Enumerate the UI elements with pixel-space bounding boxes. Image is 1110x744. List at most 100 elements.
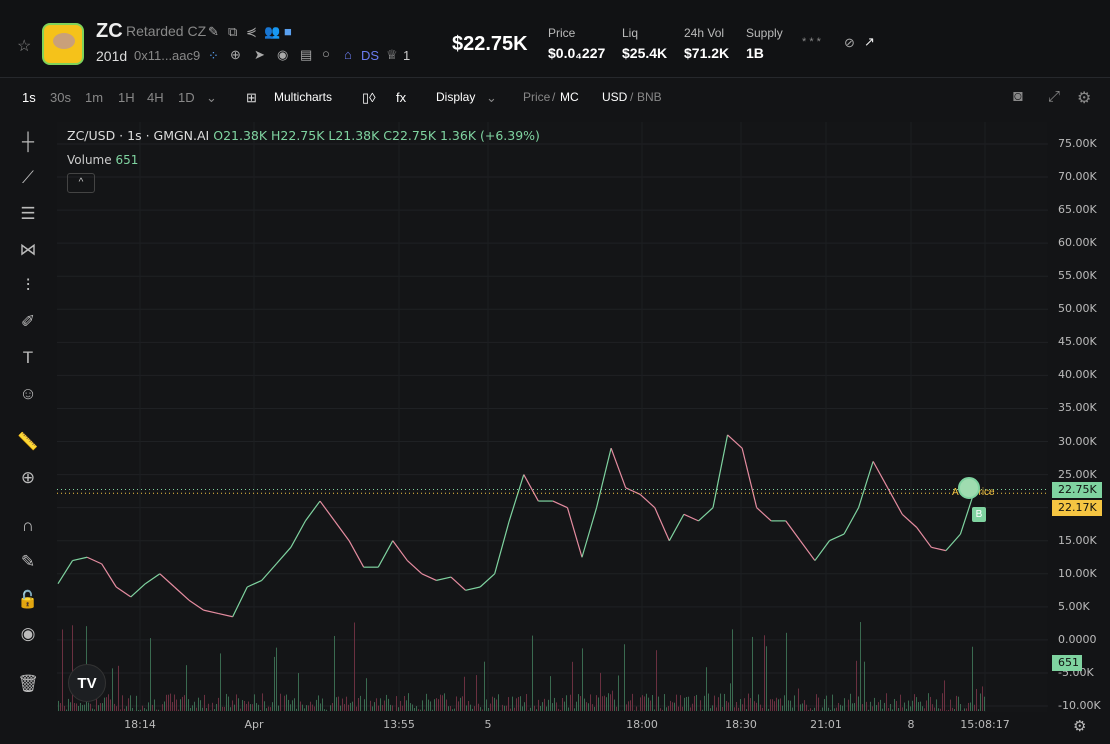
volume-bar xyxy=(880,699,881,711)
volume-bar xyxy=(592,704,593,711)
volume-bar xyxy=(944,680,945,711)
volume-bar xyxy=(530,707,531,711)
buy-marker[interactable]: B xyxy=(972,507,986,522)
price-segment xyxy=(508,474,525,522)
volume-bar xyxy=(476,675,477,711)
volume-bar xyxy=(966,708,967,711)
volume-bar xyxy=(752,636,753,711)
volume-bar xyxy=(208,703,209,711)
axis-settings-icon[interactable]: ⚙ xyxy=(1073,717,1086,735)
volume-bar xyxy=(450,705,451,711)
volume-bar xyxy=(254,694,255,711)
volume-bar xyxy=(100,703,101,711)
volume-bar xyxy=(274,656,275,711)
volume-bar xyxy=(930,696,931,711)
price-segment xyxy=(334,520,350,542)
volume-bar xyxy=(396,696,397,711)
volume-bar xyxy=(448,706,449,711)
volume-bar xyxy=(68,698,69,711)
volume-bar xyxy=(658,696,659,711)
volume-bar xyxy=(680,695,681,711)
volume-bar xyxy=(892,709,893,711)
volume-bar xyxy=(136,695,137,711)
volume-bar xyxy=(716,707,717,711)
volume-bar xyxy=(744,698,745,711)
volume-bar xyxy=(832,694,833,711)
volume-bar xyxy=(114,703,115,711)
volume-bar xyxy=(480,707,481,711)
volume-bar xyxy=(738,707,739,711)
volume-bar xyxy=(954,709,955,711)
volume-bar xyxy=(554,697,555,711)
volume-bar xyxy=(922,706,923,711)
volume-bar xyxy=(302,704,303,711)
price-segment xyxy=(290,520,306,548)
volume-bar xyxy=(670,700,671,711)
price-segment xyxy=(159,573,175,588)
volume-bar xyxy=(858,696,859,711)
volume-bar xyxy=(518,696,519,711)
volume-bar xyxy=(516,698,517,711)
price-segment xyxy=(377,540,394,568)
volume-bar xyxy=(630,700,631,711)
volume-bar xyxy=(570,694,571,711)
volume-bar xyxy=(584,698,585,711)
volume-bar xyxy=(838,702,839,711)
price-segment xyxy=(217,612,233,618)
volume-bar xyxy=(386,694,387,711)
tradingview-logo[interactable]: TV xyxy=(68,664,106,702)
volume-bar xyxy=(484,661,485,711)
volume-bar xyxy=(652,694,653,711)
price-segment xyxy=(916,527,932,548)
volume-bar xyxy=(66,709,67,711)
price-segment xyxy=(799,540,816,561)
volume-bar xyxy=(972,646,973,711)
price-segment xyxy=(698,507,714,522)
volume-bar xyxy=(628,701,629,711)
volume-bar xyxy=(212,702,213,711)
volume-bar xyxy=(828,707,829,711)
volume-bar xyxy=(706,667,707,711)
volume-bar xyxy=(560,709,561,711)
volume-bar xyxy=(112,668,113,711)
volume-bar xyxy=(182,696,183,711)
volume-bar xyxy=(904,702,905,711)
legend-title: ZC/USD · 1s · GMGN.AI xyxy=(67,128,210,143)
user-avatar-marker[interactable] xyxy=(958,477,980,499)
x-tick-label: 18:00 xyxy=(626,718,658,731)
volume-bar xyxy=(936,699,937,711)
volume-legend: Volume 651 xyxy=(67,153,138,167)
volume-bar xyxy=(332,703,333,711)
volume-bar xyxy=(868,709,869,711)
volume-bar xyxy=(536,709,537,711)
collapse-legend-button[interactable]: ^ xyxy=(67,173,95,193)
volume-bar xyxy=(812,709,813,711)
volume-bar xyxy=(890,704,891,711)
volume-bar xyxy=(552,703,553,711)
price-segment xyxy=(101,563,117,588)
volume-bar xyxy=(60,703,61,711)
volume-bar xyxy=(278,705,279,711)
volume-bar xyxy=(678,706,679,711)
volume-bar xyxy=(204,694,205,711)
price-segment xyxy=(712,434,729,508)
price-segment xyxy=(203,609,219,615)
chart-area[interactable] xyxy=(57,122,1048,712)
volume-bar xyxy=(688,696,689,711)
volume-bar xyxy=(410,703,411,711)
volume-bar xyxy=(748,693,749,711)
price-segment xyxy=(174,586,190,601)
volume-bar xyxy=(650,700,651,711)
volume-bar xyxy=(62,629,63,711)
volume-bar xyxy=(226,693,227,711)
volume-bar xyxy=(438,699,439,711)
volume-bar xyxy=(770,699,771,711)
volume-value: 651 xyxy=(115,153,139,167)
volume-bar xyxy=(606,697,607,711)
volume-bar xyxy=(70,702,71,711)
volume-bar xyxy=(330,705,331,711)
volume-bar xyxy=(286,694,287,711)
volume-bar xyxy=(792,707,793,711)
volume-bar xyxy=(572,661,573,711)
volume-bar xyxy=(586,702,587,711)
